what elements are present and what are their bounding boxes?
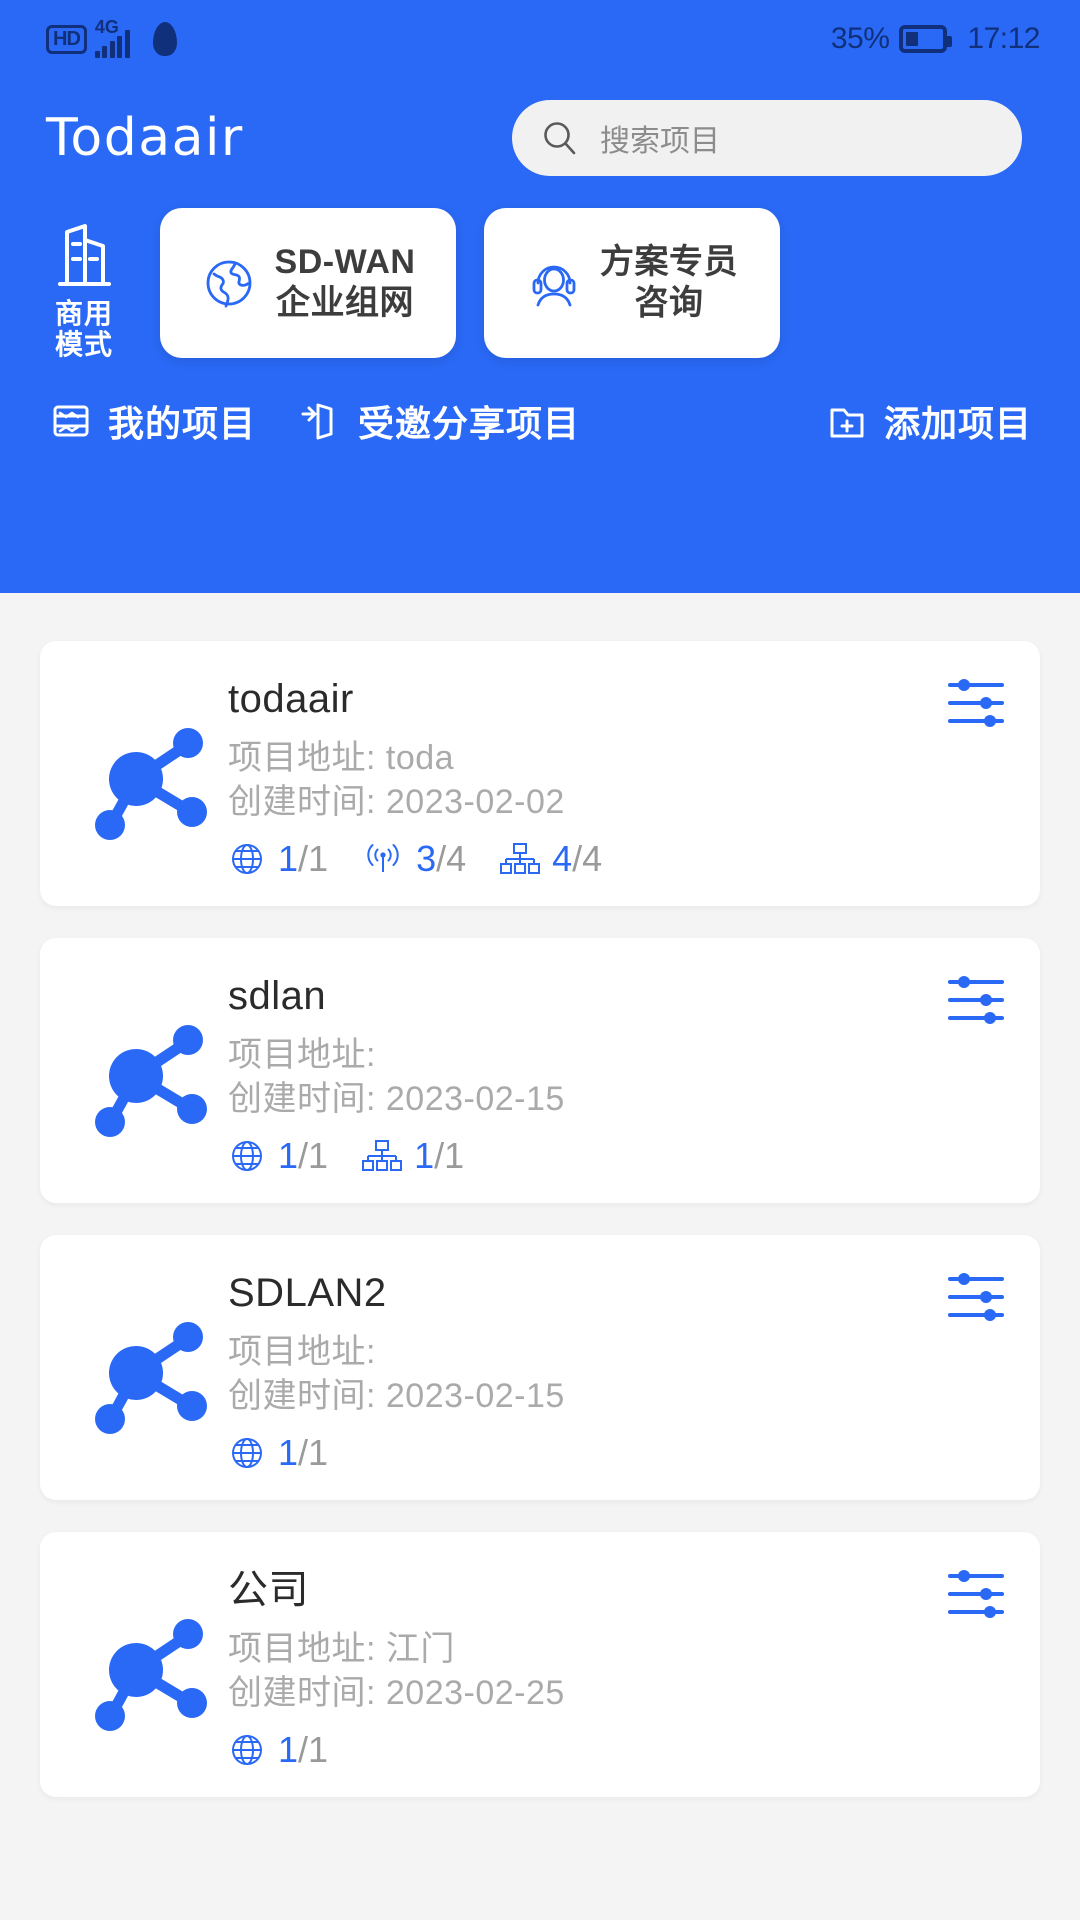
project-settings-icon[interactable] bbox=[946, 1269, 1006, 1325]
project-network-icon bbox=[64, 667, 224, 849]
project-stats: 1/1 bbox=[228, 1729, 1010, 1771]
project-created: 创建时间: 2023-02-25 bbox=[228, 1673, 565, 1712]
project-network-icon bbox=[64, 1261, 224, 1443]
consult-subtitle: 咨询 bbox=[634, 284, 704, 322]
app-logo: Todaair bbox=[46, 108, 244, 168]
signal-bars-glyph bbox=[94, 30, 130, 58]
business-mode-label: 商用 模式 bbox=[55, 298, 113, 361]
sdwan-action-card[interactable]: SD-WAN 企业组网 bbox=[160, 208, 456, 358]
project-stat-value: 1/1 bbox=[278, 1729, 329, 1771]
sdwan-subtitle: 企业组网 bbox=[275, 284, 414, 322]
app-root: HD 4G 35% 17:12 Todaair 搜索项目 商用 模式 SD-WA… bbox=[0, 0, 1080, 1920]
qq-penguin-icon bbox=[152, 22, 177, 56]
headset-support-icon bbox=[526, 255, 582, 311]
add-project-icon bbox=[824, 398, 870, 444]
project-info: sdlan 项目地址: 创建时间: 2023-02-15 1/1 1/1 bbox=[224, 964, 1010, 1177]
project-name: sdlan bbox=[228, 974, 327, 1019]
project-created: 创建时间: 2023-02-15 bbox=[228, 1376, 565, 1415]
project-created: 创建时间: 2023-02-02 bbox=[228, 782, 565, 821]
project-stat: 1/1 bbox=[228, 1135, 328, 1177]
sdwan-action-text: SD-WAN 企业组网 bbox=[275, 242, 416, 325]
project-stats: 1/1 3/4 4/4 bbox=[228, 838, 1010, 880]
project-stat-value: 1/1 bbox=[278, 838, 329, 880]
battery-icon bbox=[899, 25, 953, 53]
nav-label-add-project: 添加项目 bbox=[883, 402, 1032, 444]
search-placeholder: 搜索项目 bbox=[600, 125, 720, 158]
project-card[interactable]: SDLAN2 项目地址: 创建时间: 2023-02-15 1/1 bbox=[40, 1235, 1040, 1501]
building-icon bbox=[47, 218, 121, 292]
my-projects-icon bbox=[48, 398, 94, 444]
project-info: todaair 项目地址: toda 创建时间: 2023-02-02 1/1 … bbox=[224, 667, 1010, 880]
project-info: 公司 项目地址: 江门 创建时间: 2023-02-25 1/1 bbox=[224, 1558, 1010, 1771]
battery-percent-label: 35% bbox=[830, 22, 890, 55]
brand-search-row: Todaair 搜索项目 bbox=[0, 78, 1080, 176]
globe-icon bbox=[228, 840, 266, 878]
project-name: SDLAN2 bbox=[228, 1271, 387, 1316]
mode-and-actions-row: 商用 模式 SD-WAN 企业组网 方案专员 咨询 bbox=[0, 176, 1080, 361]
search-icon bbox=[540, 118, 580, 158]
business-mode-switch[interactable]: 商用 模式 bbox=[36, 208, 132, 361]
status-bar-left: HD 4G bbox=[46, 18, 177, 58]
mode-label-line2: 模式 bbox=[54, 329, 113, 361]
project-network-icon bbox=[64, 964, 224, 1146]
status-bar: HD 4G 35% 17:12 bbox=[0, 0, 1080, 78]
project-stat: 1/1 bbox=[228, 1729, 328, 1771]
project-card[interactable]: todaair 项目地址: toda 创建时间: 2023-02-02 1/1 … bbox=[40, 641, 1040, 907]
nav-item-my-projects[interactable]: 我的项目 bbox=[48, 395, 256, 447]
nav-item-add-project[interactable]: 添加项目 bbox=[824, 395, 1032, 447]
project-stat-value: 3/4 bbox=[416, 838, 467, 880]
globe-icon bbox=[201, 255, 257, 311]
project-nav: 我的项目 受邀分享项目 添加项目 bbox=[0, 361, 1080, 447]
project-name: 公司 bbox=[228, 1568, 309, 1613]
project-address: 项目地址: bbox=[228, 1036, 376, 1075]
project-stats: 1/1 1/1 bbox=[228, 1135, 1010, 1177]
nav-label-shared-projects: 受邀分享项目 bbox=[358, 402, 581, 444]
wireless-signal-icon bbox=[362, 840, 404, 878]
project-list[interactable]: todaair 项目地址: toda 创建时间: 2023-02-02 1/1 … bbox=[0, 593, 1080, 1798]
project-address: 项目地址: toda bbox=[228, 739, 455, 777]
status-clock: 17:12 bbox=[967, 22, 1040, 55]
project-settings-icon[interactable] bbox=[946, 972, 1006, 1028]
network-topology-icon bbox=[500, 840, 541, 878]
project-stat-value: 1/1 bbox=[278, 1432, 329, 1474]
signal-bars-icon: 4G bbox=[94, 18, 141, 58]
network-topology-icon bbox=[362, 1137, 403, 1175]
sdwan-title: SD-WAN bbox=[274, 242, 416, 281]
project-info: SDLAN2 项目地址: 创建时间: 2023-02-15 1/1 bbox=[224, 1261, 1010, 1474]
project-stat: 1/1 bbox=[362, 1135, 464, 1177]
nav-label-my-projects: 我的项目 bbox=[108, 402, 257, 444]
consult-action-card[interactable]: 方案专员 咨询 bbox=[484, 208, 780, 358]
project-address: 项目地址: 江门 bbox=[228, 1630, 455, 1669]
project-created: 创建时间: 2023-02-15 bbox=[228, 1079, 565, 1118]
project-settings-icon[interactable] bbox=[946, 1566, 1006, 1622]
globe-icon bbox=[228, 1434, 266, 1472]
project-card[interactable]: sdlan 项目地址: 创建时间: 2023-02-15 1/1 1/1 bbox=[40, 938, 1040, 1204]
app-header: HD 4G 35% 17:12 Todaair 搜索项目 商用 模式 SD-WA… bbox=[0, 0, 1080, 593]
project-stat: 3/4 bbox=[362, 838, 466, 880]
project-address: 项目地址: bbox=[228, 1333, 376, 1372]
consult-title: 方案专员 bbox=[600, 242, 738, 281]
hd-icon: HD bbox=[46, 24, 87, 54]
project-stat: 4/4 bbox=[500, 838, 602, 880]
shared-projects-icon bbox=[298, 398, 344, 444]
search-input[interactable]: 搜索项目 bbox=[512, 100, 1022, 176]
status-bar-right: 35% 17:12 bbox=[830, 22, 1041, 56]
globe-icon bbox=[228, 1731, 266, 1769]
globe-icon bbox=[228, 1137, 266, 1175]
project-stat-value: 1/1 bbox=[414, 1135, 465, 1177]
project-name: todaair bbox=[228, 677, 354, 721]
project-stat-value: 1/1 bbox=[278, 1135, 329, 1177]
project-stat-value: 4/4 bbox=[552, 838, 603, 880]
mode-label-line1: 商用 bbox=[54, 298, 113, 329]
quick-actions: SD-WAN 企业组网 方案专员 咨询 bbox=[160, 208, 780, 358]
project-card[interactable]: 公司 项目地址: 江门 创建时间: 2023-02-25 1/1 bbox=[40, 1532, 1040, 1798]
consult-action-text: 方案专员 咨询 bbox=[600, 242, 738, 325]
project-stats: 1/1 bbox=[228, 1432, 1010, 1474]
project-network-icon bbox=[64, 1558, 224, 1740]
project-stat: 1/1 bbox=[228, 838, 328, 880]
nav-item-shared-projects[interactable]: 受邀分享项目 bbox=[298, 395, 580, 447]
project-settings-icon[interactable] bbox=[946, 675, 1006, 731]
project-stat: 1/1 bbox=[228, 1432, 328, 1474]
